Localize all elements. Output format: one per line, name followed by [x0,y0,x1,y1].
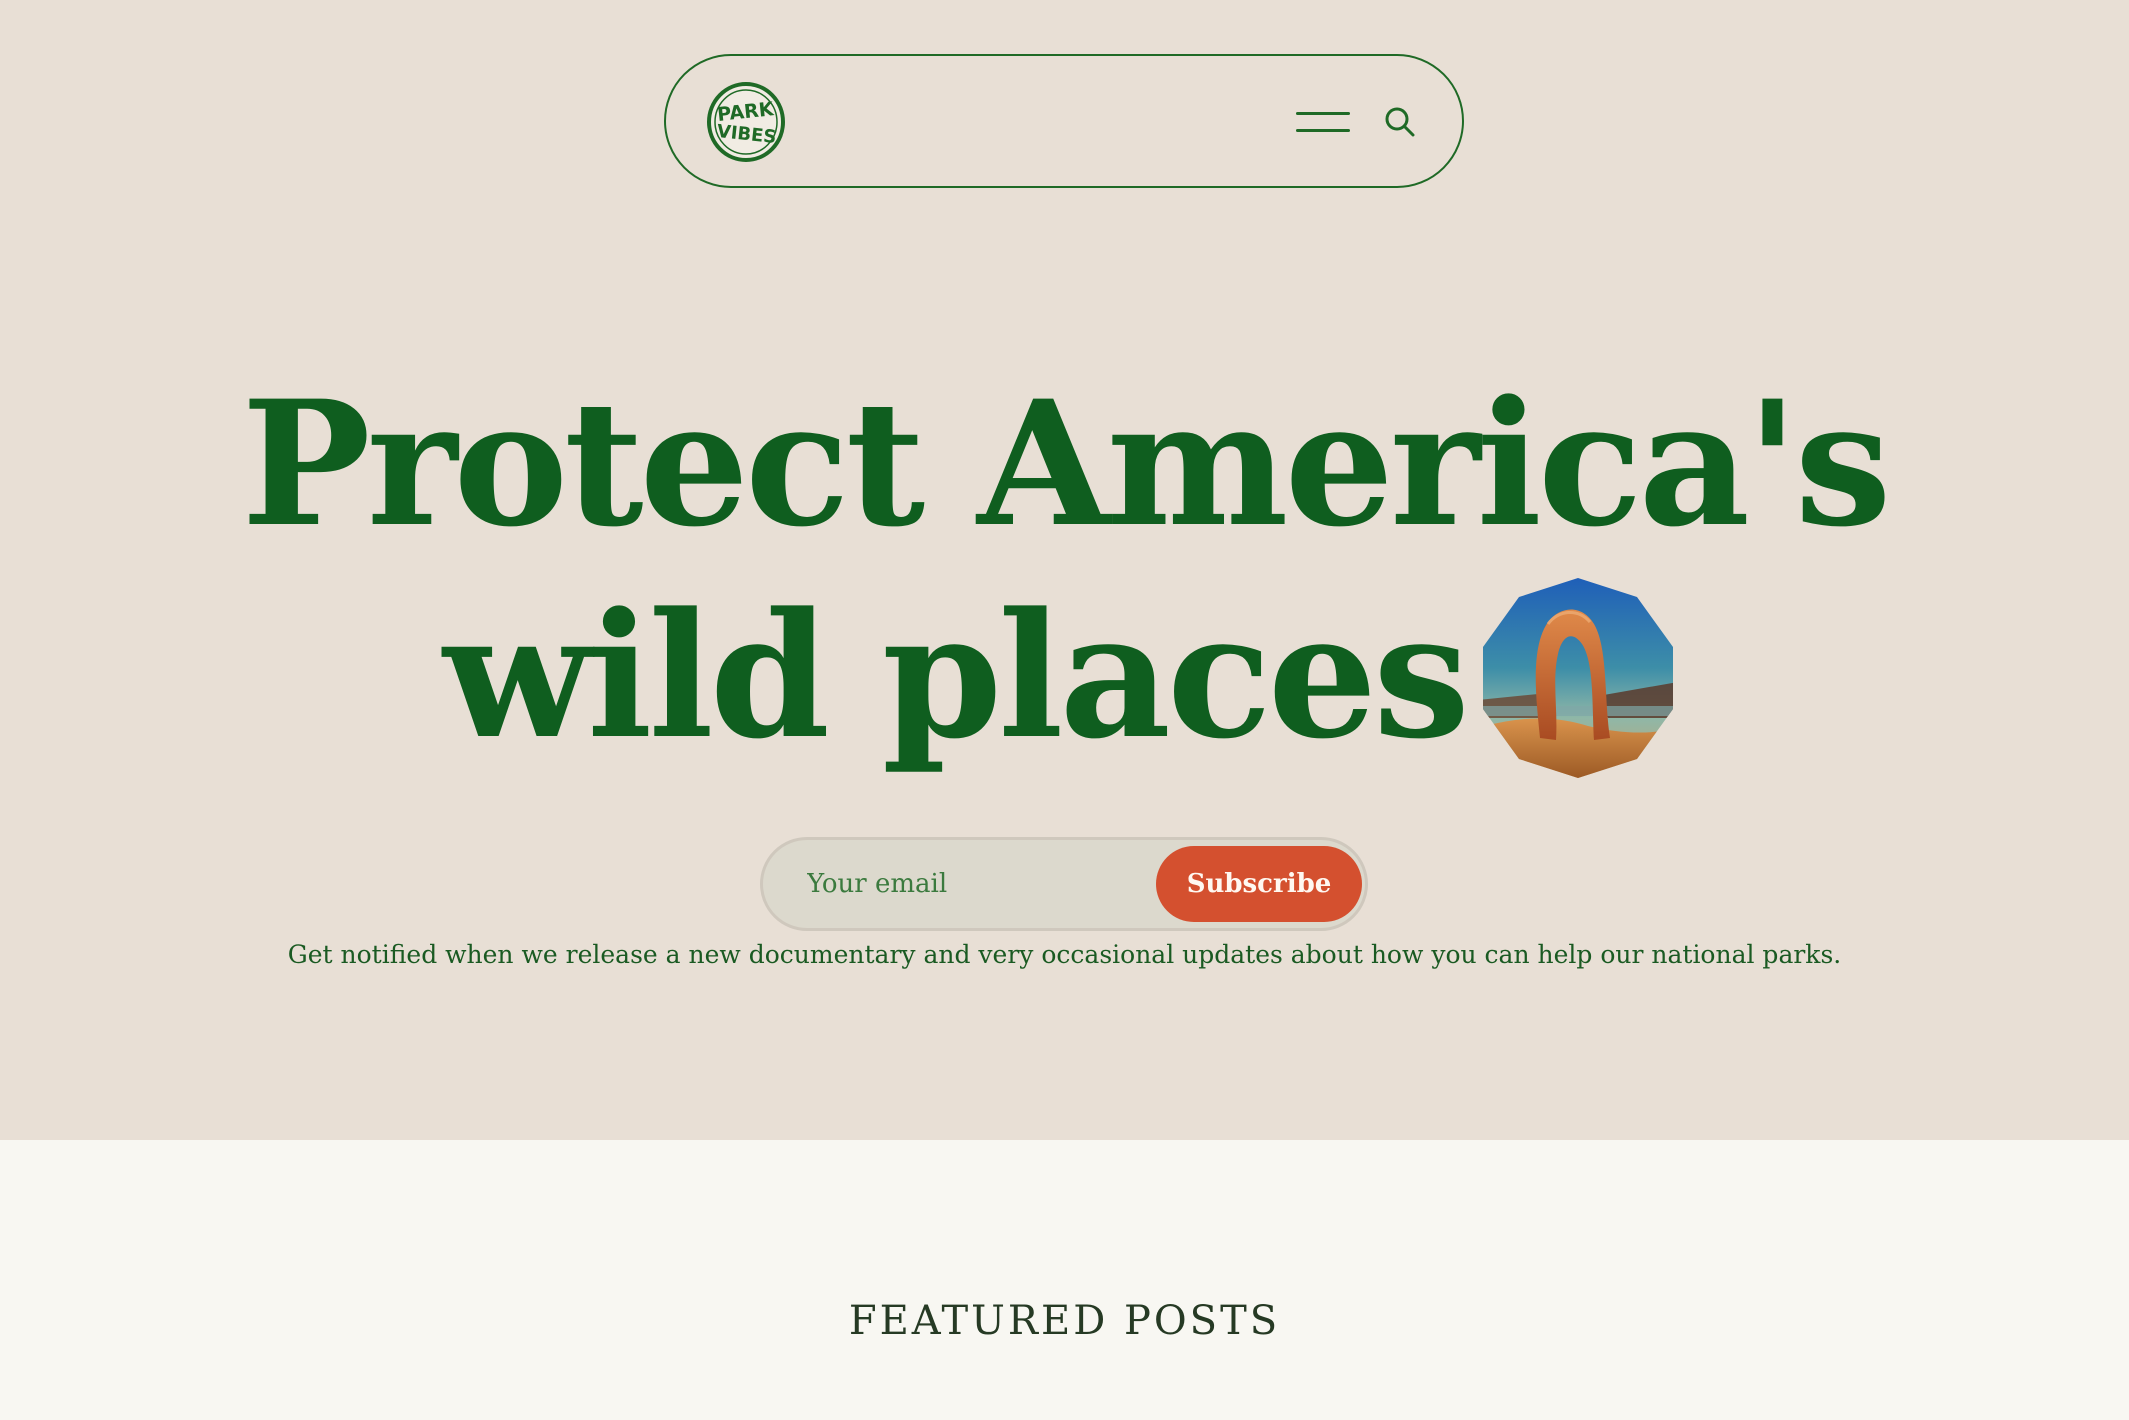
search-icon[interactable] [1380,102,1420,142]
subscribe-form: Subscribe [760,837,1368,931]
menu-line [1296,129,1350,132]
featured-posts-heading: FEATURED POSTS [848,1298,1281,1344]
subscribe-note: Get notified when we release a new docum… [287,940,1842,969]
arch-photo-badge [1478,578,1678,778]
top-navbar: PARK VIBES [664,54,1464,188]
hamburger-menu-icon[interactable] [1296,102,1352,142]
headline-line-1: Protect America's [241,362,1891,565]
hero-headline: Protect America's wild places [0,358,2129,782]
park-vibes-logo[interactable]: PARK VIBES [706,82,786,162]
logo-badge-icon: PARK VIBES [707,82,785,162]
menu-line [1296,112,1350,115]
headline-line-2: wild places [443,574,1470,777]
hero-section: PARK VIBES Protect America's wild places [0,0,2129,1140]
email-input[interactable] [793,854,1121,914]
subscribe-button[interactable]: Subscribe [1156,846,1362,922]
